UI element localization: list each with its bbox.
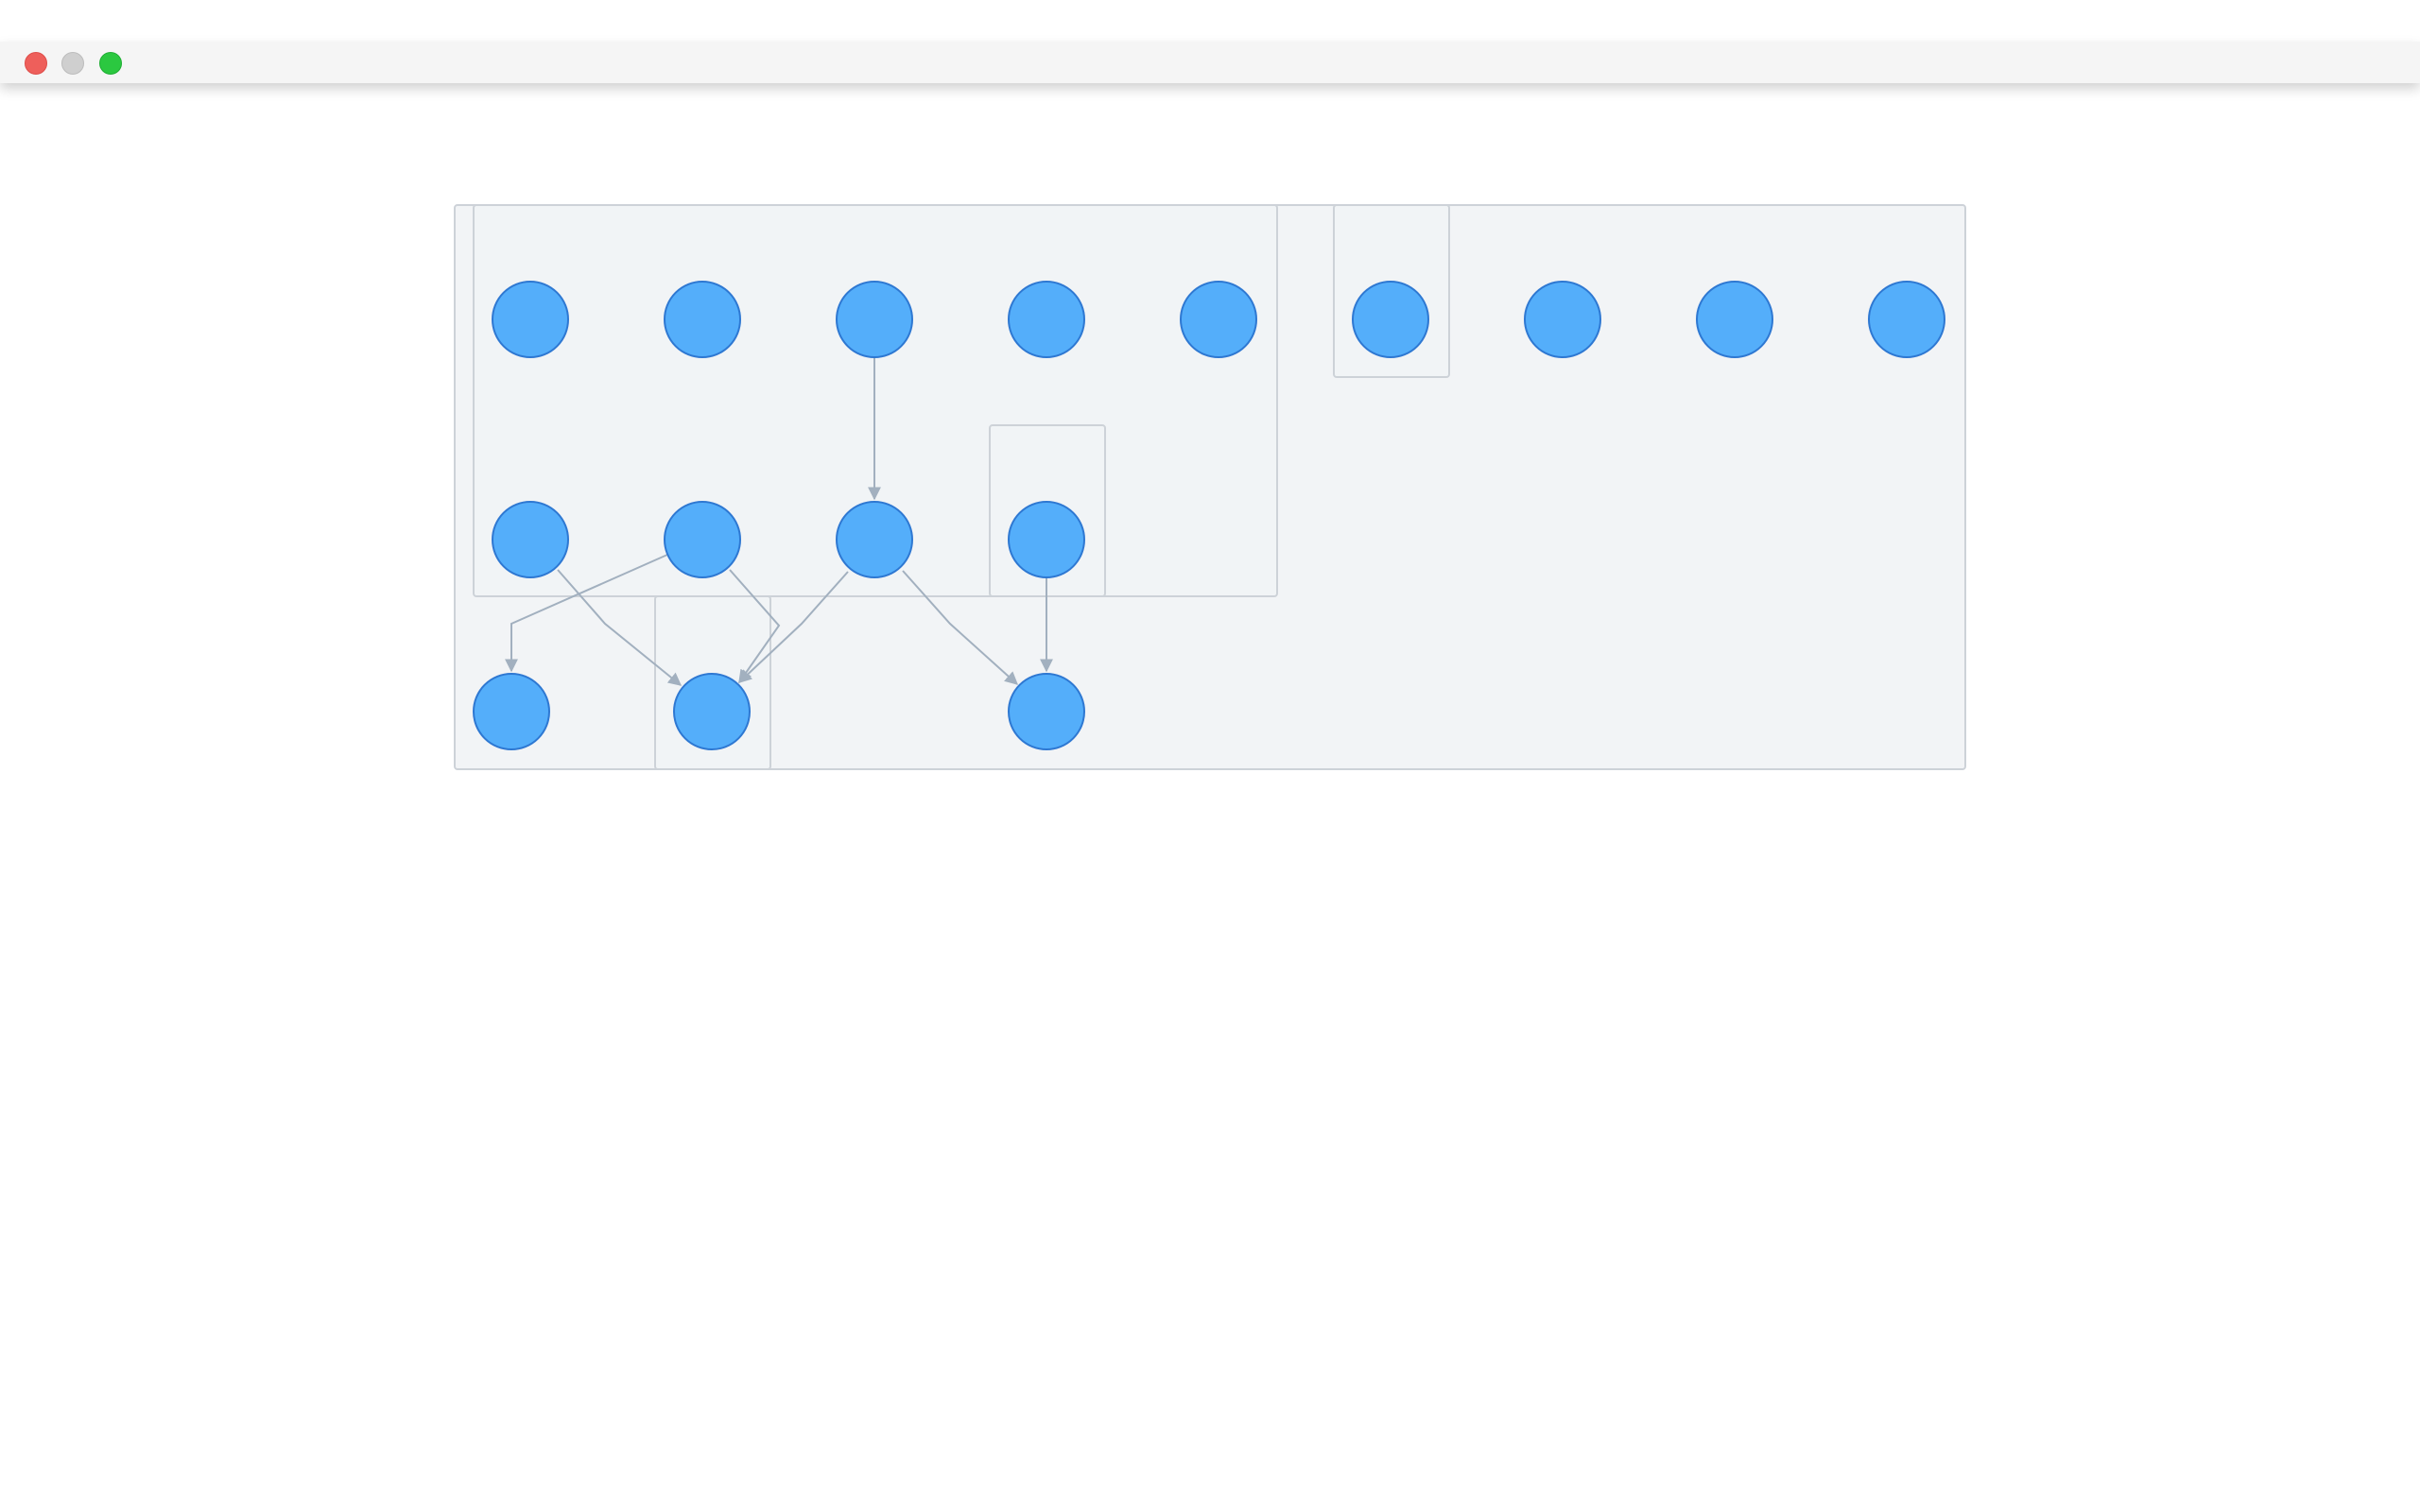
node-n4[interactable] (1008, 281, 1085, 358)
node-n16[interactable] (1008, 673, 1085, 750)
app-window (0, 0, 2420, 1512)
node-n7[interactable] (1524, 281, 1601, 358)
node-n13[interactable] (1008, 501, 1085, 578)
node-n1[interactable] (492, 281, 569, 358)
node-n5[interactable] (1180, 281, 1257, 358)
node-n2[interactable] (664, 281, 741, 358)
node-n12[interactable] (836, 501, 913, 578)
node-n8[interactable] (1696, 281, 1773, 358)
node-n6[interactable] (1352, 281, 1429, 358)
node-n10[interactable] (492, 501, 569, 578)
node-n9[interactable] (1868, 281, 1945, 358)
diagram-canvas (454, 204, 1966, 770)
node-n14[interactable] (473, 673, 550, 750)
node-n3[interactable] (836, 281, 913, 358)
node-n15[interactable] (673, 673, 751, 750)
node-n11[interactable] (664, 501, 741, 578)
